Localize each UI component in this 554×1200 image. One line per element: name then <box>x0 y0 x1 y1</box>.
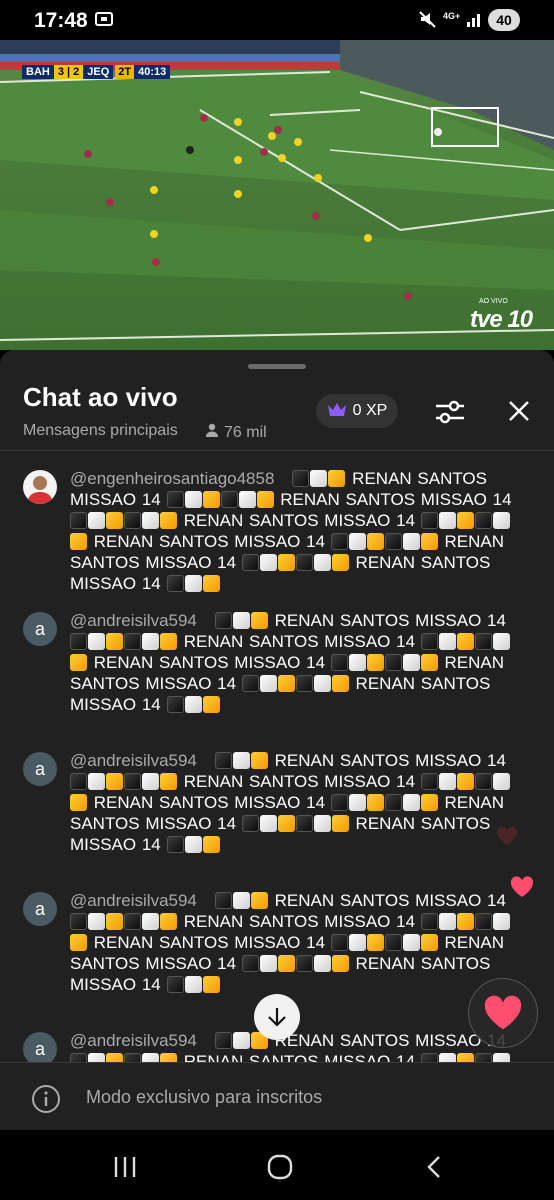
home-team: BAH <box>22 65 54 79</box>
live-chat-panel: Chat ao vivo Mensagens principais 76 mil… <box>0 350 554 1130</box>
heart-icon <box>484 995 522 1030</box>
message-author: @andreisilva594 <box>70 891 197 910</box>
away-team: JEQ <box>83 65 114 79</box>
message-author: @andreisilva594 <box>70 1031 197 1050</box>
match-half: 2T <box>115 65 135 79</box>
screenshot-icon <box>94 9 114 34</box>
home-button[interactable] <box>265 1152 295 1182</box>
back-button[interactable] <box>420 1152 450 1182</box>
person-icon <box>204 422 220 443</box>
football-pitch <box>0 40 554 341</box>
crown-icon <box>327 401 347 422</box>
back-icon <box>427 1156 440 1178</box>
heart-reaction-button[interactable] <box>468 978 538 1048</box>
avatar[interactable]: a <box>23 752 57 786</box>
home-icon <box>267 1154 293 1180</box>
battery-icon: 40 <box>488 9 520 31</box>
match-clock: 40:13 <box>134 65 171 79</box>
message-text: @andreisilva594 RENAN SANTOS MISSAO 14 R… <box>70 1030 514 1062</box>
recents-icon <box>114 1157 136 1177</box>
info-icon[interactable] <box>31 1084 61 1119</box>
mute-icon <box>418 9 438 34</box>
status-bar: 17:48 4G+ 40 <box>0 0 554 40</box>
close-icon <box>509 401 529 421</box>
scroll-to-bottom-button[interactable] <box>254 994 300 1040</box>
xp-button[interactable]: 0 XP <box>316 394 398 428</box>
viewer-count: 76 mil <box>204 422 267 443</box>
signal-icon <box>466 9 484 34</box>
floating-heart-icon <box>496 826 518 851</box>
message-text: @andreisilva594 RENAN SANTOS MISSAO 14 R… <box>70 610 514 715</box>
xp-label: 0 XP <box>352 402 388 419</box>
avatar[interactable]: a <box>23 1032 57 1062</box>
status-time: 17:48 <box>34 9 88 32</box>
drag-handle[interactable] <box>248 364 306 369</box>
divider <box>0 450 554 451</box>
message-text: @engenheirosantiago4858 RENAN SANTOS MIS… <box>70 469 512 593</box>
message-text: @andreisilva594 RENAN SANTOS MISSAO 14 R… <box>70 890 514 995</box>
chat-title: Chat ao vivo <box>23 382 178 412</box>
subscribers-only-notice: Modo exclusivo para inscritos <box>86 1087 323 1107</box>
avatar[interactable]: a <box>23 892 57 926</box>
broadcaster-live-label: AO VIVO <box>479 298 508 305</box>
network-4g-icon: 4G+ <box>443 11 461 21</box>
video-player[interactable]: BAH 3 | 2 JEQ 2T 40:13 AO VIVO tve 10 <box>0 40 554 350</box>
message-author: @engenheirosantiago4858 <box>70 469 275 488</box>
sliders-icon <box>436 400 464 424</box>
avatar[interactable]: a <box>23 612 57 646</box>
message-text: @andreisilva594 RENAN SANTOS MISSAO 14 R… <box>70 750 514 855</box>
filter-settings-button[interactable] <box>432 394 468 430</box>
message-author: @andreisilva594 <box>70 751 197 770</box>
score: 3 | 2 <box>53 65 84 79</box>
broadcaster-logo: tve 10 <box>470 306 533 333</box>
close-button[interactable] <box>504 396 534 426</box>
scoreboard: BAH 3 | 2 JEQ 2T 40:13 <box>22 65 171 79</box>
floating-heart-icon <box>510 876 534 903</box>
arrow-down-icon <box>268 1008 286 1027</box>
viewer-count-label: 76 mil <box>224 423 267 441</box>
message-author: @andreisilva594 <box>70 611 197 630</box>
chat-message-list[interactable]: @engenheirosantiago4858 RENAN SANTOS MIS… <box>0 460 554 1062</box>
system-nav-bar <box>0 1130 554 1200</box>
avatar[interactable] <box>23 470 57 504</box>
chat-input-bar: Modo exclusivo para inscritos <box>0 1062 554 1130</box>
recents-button[interactable] <box>110 1152 140 1182</box>
chat-mode-selector[interactable]: Mensagens principais <box>23 422 178 440</box>
